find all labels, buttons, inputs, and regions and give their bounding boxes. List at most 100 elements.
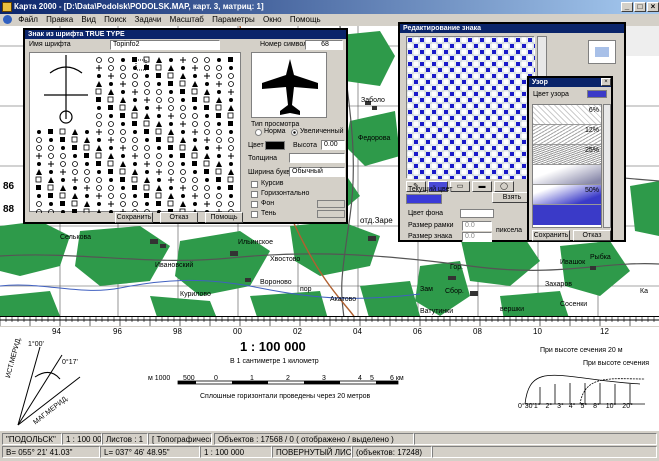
symbol-glyph [204,65,210,71]
symbol-glyph [48,153,54,159]
map-label: Федорова [358,135,391,142]
symbol-glyph [145,106,149,110]
globe-icon[interactable] [3,15,12,25]
symbol-glyph [217,58,221,62]
menu-file[interactable]: Файл [18,15,38,24]
symbol-glyph [203,160,210,167]
symbol-glyph [49,202,53,206]
rect-tool-icon[interactable]: ▭ [450,181,470,192]
menu-scale[interactable]: Масштаб [170,15,204,24]
minimize-button[interactable]: _ [621,2,633,12]
view-type-label: Тип просмотра [251,121,300,128]
symbol-glyph [96,193,102,199]
menu-tasks[interactable]: Задачи [135,15,162,24]
symbol-number-field[interactable]: 68 [305,40,343,50]
shadow-color[interactable] [317,210,345,218]
menu-window[interactable]: Окно [263,15,282,24]
symbol-glyph [96,145,102,151]
symbol-glyph [59,128,66,135]
symbol-glyph [109,114,113,118]
pattern-item[interactable]: 12% [533,125,601,145]
sign-size-field[interactable]: 0.0 [462,232,492,242]
symbol-glyph [108,89,114,95]
select-color-button[interactable]: Взять [492,192,532,203]
symbol-glyph [192,177,198,183]
menu-edit[interactable]: Правка [46,15,73,24]
pattern-item[interactable] [533,165,601,185]
help-button[interactable]: Помощь [205,212,243,223]
pattern-percent: 12% [584,127,599,134]
ellipse-tool-icon[interactable]: ◯ [494,181,514,192]
view-normal-radio[interactable] [255,129,262,136]
pattern-cancel-button[interactable]: Отказ [573,230,611,241]
symbol-glyph [120,201,126,207]
pattern-scrollbar[interactable] [603,104,611,228]
symbol-glyph [61,178,65,182]
thickness-select[interactable] [289,153,345,163]
pattern-item[interactable]: 6% [533,105,601,125]
status-empty-2 [432,446,657,458]
symbol-glyph [167,72,174,79]
pattern-list[interactable]: 6% 12% 25% 50% [532,104,602,228]
font-name-field[interactable]: Topinfo2 [110,40,220,50]
symbol-glyph [37,162,41,166]
symbol-glyph [131,176,138,183]
symbol-glyph [156,97,162,103]
menu-params[interactable]: Параметры [212,15,255,24]
horizontal-checkbox[interactable] [251,191,258,198]
dialog-title: Знак из шрифта TRUE TYPE [25,30,346,39]
menu-help[interactable]: Помощь [290,15,321,24]
symbol-glyph [156,137,161,142]
background-color-swatch[interactable] [460,209,494,218]
symbol-glyph [169,122,173,126]
frame-size-field[interactable]: 0.0 [462,221,492,231]
menu-search[interactable]: Поиск [104,15,126,24]
symbol-glyph [192,113,198,119]
filled-rect-tool-icon[interactable]: ▬ [472,181,492,192]
italic-checkbox[interactable] [251,181,258,188]
symbol-grid[interactable] [29,52,241,215]
symbol-glyph [120,65,126,71]
view-enlarged-radio[interactable] [291,129,298,136]
ruler-ticks [0,317,659,326]
color-swatch[interactable] [265,141,285,150]
maximize-button[interactable]: □ [634,2,646,12]
symbol-glyph [132,121,137,126]
cancel-button[interactable]: Отказ [160,212,198,223]
symbol-glyph [48,145,54,151]
save-button[interactable]: Сохранить [115,212,153,223]
pattern-item[interactable] [533,205,601,225]
pattern-save-button[interactable]: Сохранить [532,230,570,241]
map-label: Заболо [361,97,385,104]
symbol-glyph [131,112,138,119]
current-color-swatch[interactable] [406,194,442,204]
height-field[interactable]: 0.00 [321,140,345,150]
pattern-item[interactable]: 25% [533,145,601,165]
pattern-color-swatch[interactable] [587,90,607,98]
pattern-title: Узор [529,78,611,87]
symbol-glyph [35,176,42,183]
symbol-glyph [144,65,149,70]
scale-tick: 3 [322,375,326,382]
symbol-glyph [36,145,42,151]
symbol-glyph [120,161,126,167]
status-coord-l: L= 037° 46' 48.95" [100,446,200,458]
map-label: Ивашок [560,259,586,266]
symbol-glyph [121,154,125,158]
status-scale: 1 : 100 000 [62,433,102,445]
symbol-glyph [192,121,198,127]
close-button[interactable]: × [647,2,659,12]
symbol-glyph [204,137,210,143]
menu-view[interactable]: Вид [81,15,95,24]
symbol-glyph [144,81,150,87]
background-checkbox[interactable] [251,201,258,208]
background-color[interactable] [317,200,345,208]
width-select[interactable]: Обычный [289,167,345,177]
symbol-glyphs [35,55,234,215]
pattern-item[interactable]: 50% [533,185,601,205]
symbol-glyph [36,169,42,175]
pixel-grid[interactable] [406,36,535,179]
pattern-close-button[interactable]: × [601,78,611,86]
shadow-checkbox[interactable] [251,211,258,218]
symbol-glyph [95,88,102,95]
